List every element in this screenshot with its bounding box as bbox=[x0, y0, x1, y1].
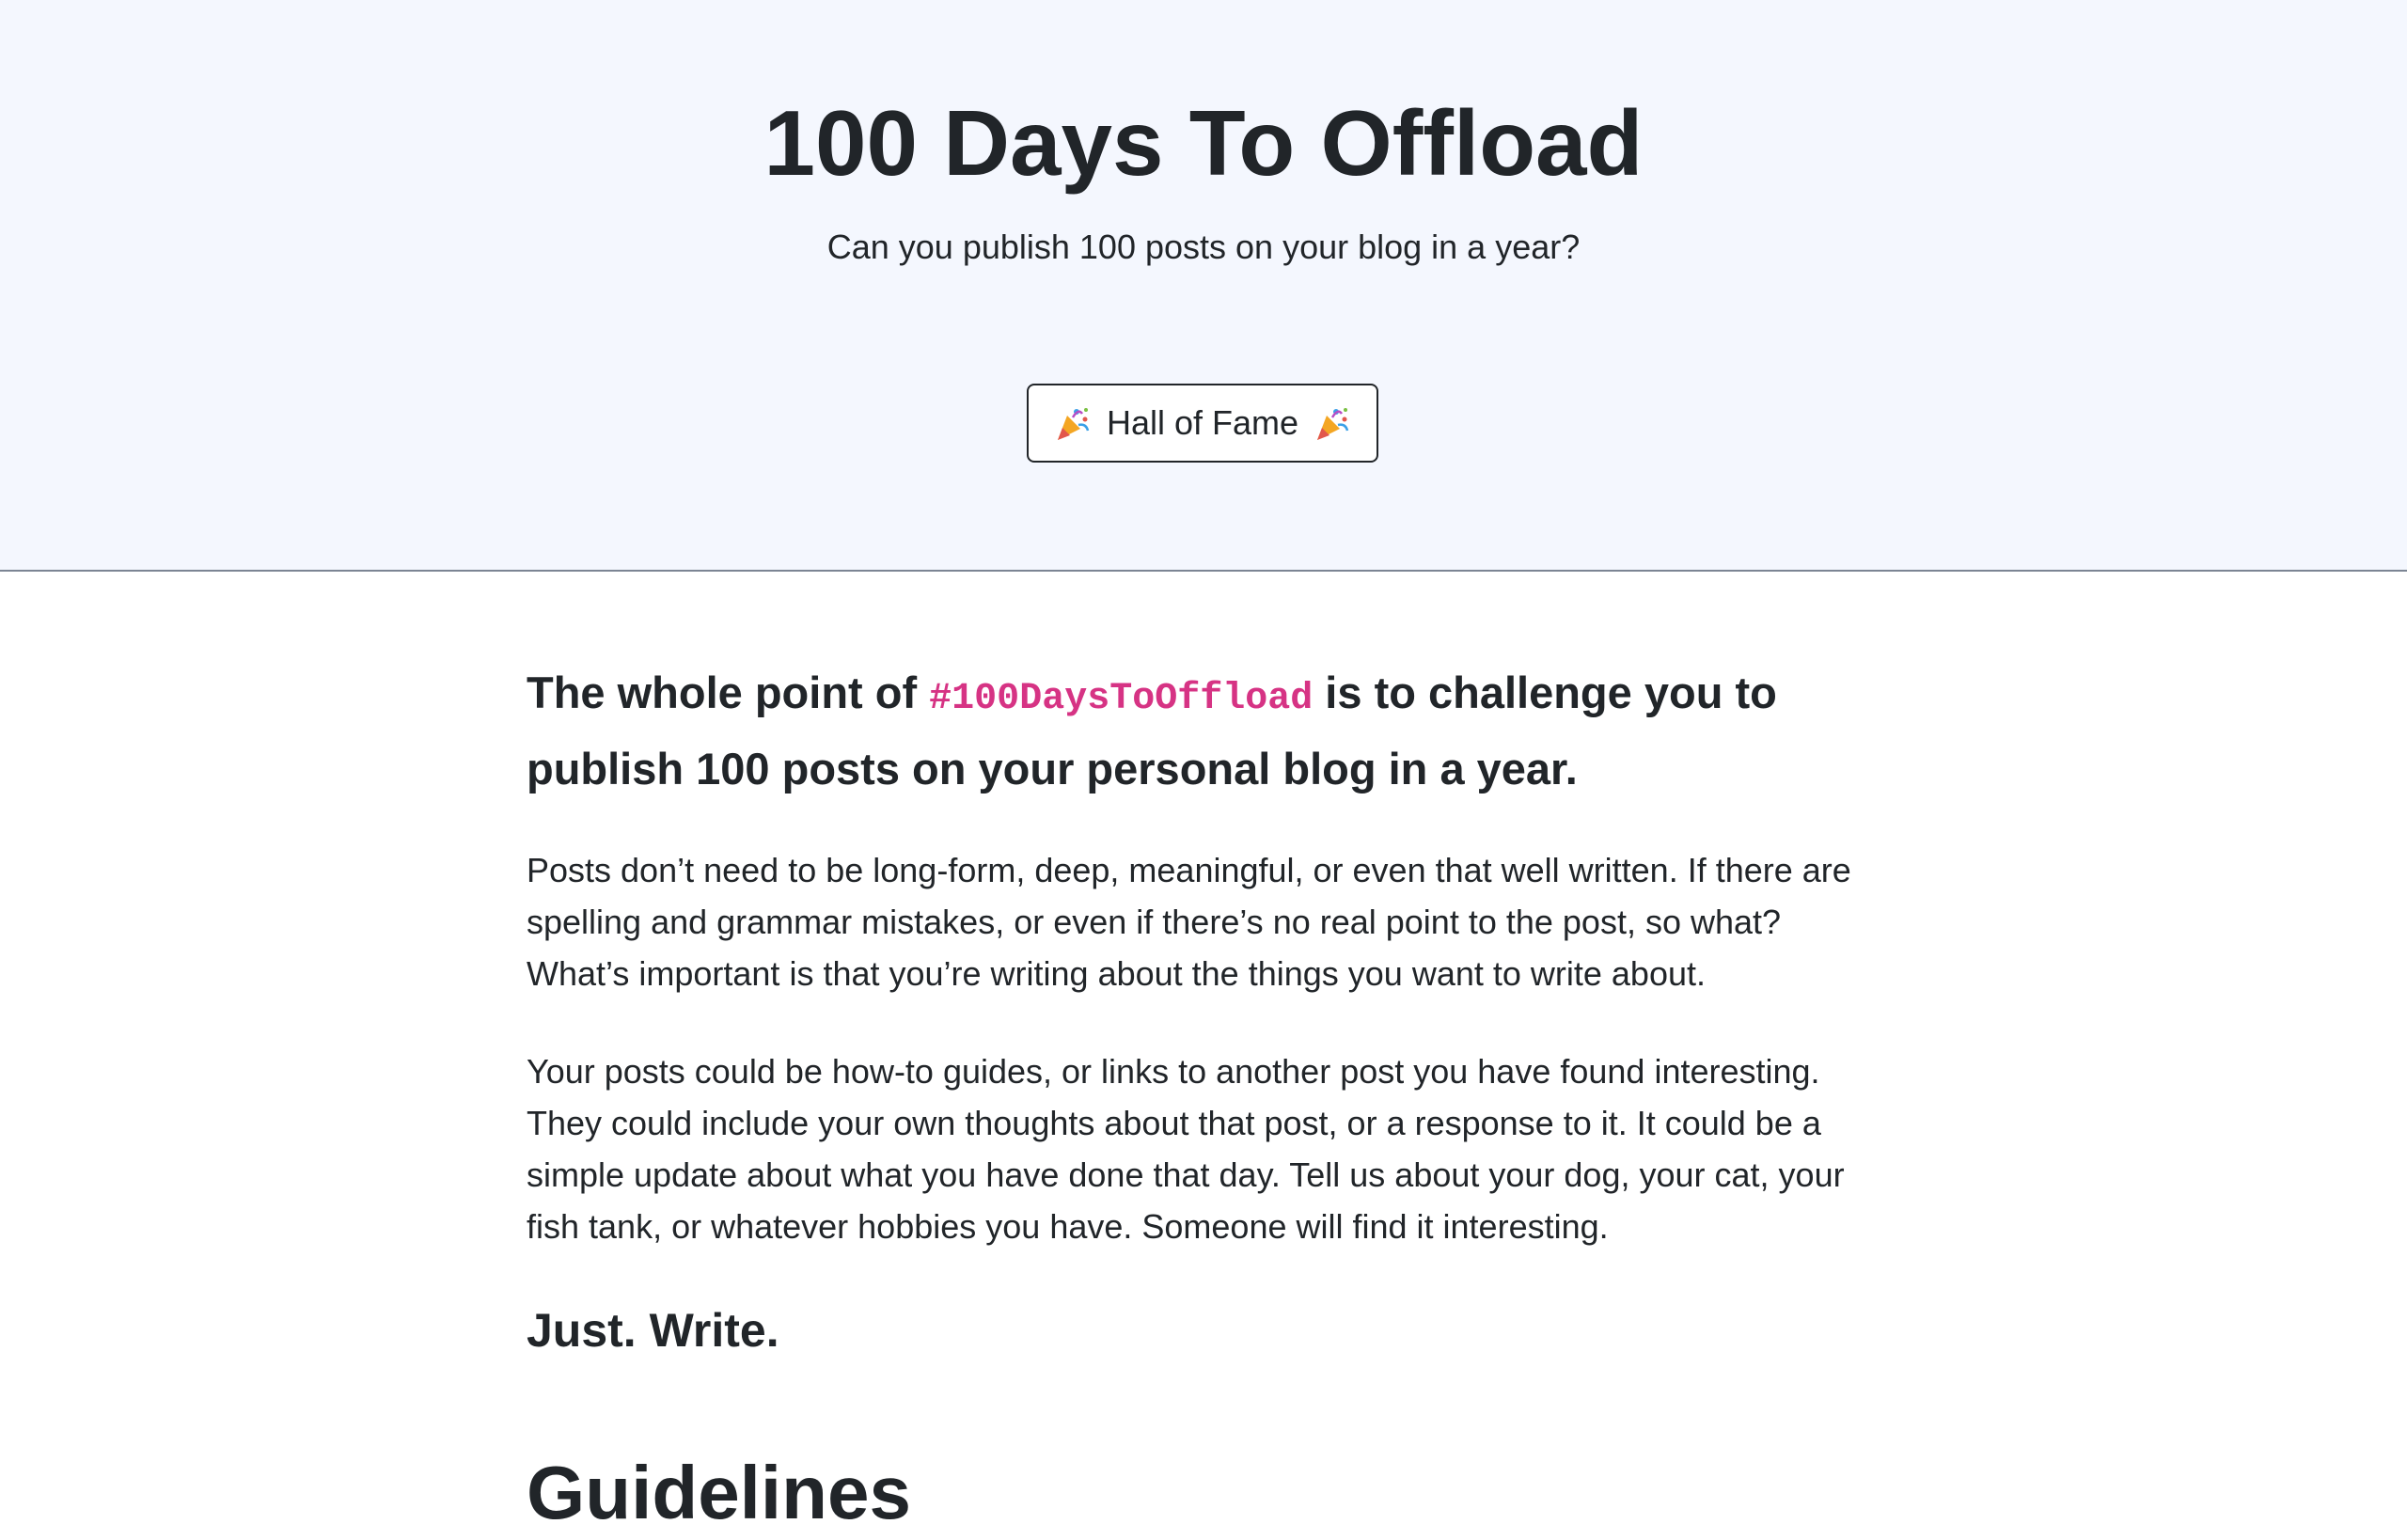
lead-paragraph: The whole point of #100DaysToOffload is … bbox=[527, 658, 1890, 804]
paragraph-examples: Your posts could be how-to guides, or li… bbox=[527, 1052, 1845, 1246]
page-subtitle: Can you publish 100 posts on your blog i… bbox=[826, 228, 1581, 266]
main-content: The whole point of #100DaysToOffload is … bbox=[527, 658, 1890, 1534]
party-popper-icon bbox=[1054, 404, 1092, 442]
hall-of-fame-label: Hall of Fame bbox=[1106, 403, 1299, 442]
emphasis-text: Just. Write. bbox=[527, 1304, 779, 1357]
page-title: 100 Days To Offload bbox=[763, 91, 1644, 195]
hero-banner: 100 Days To Offload Can you publish 100 … bbox=[0, 0, 2407, 572]
guidelines-heading: Guidelines bbox=[527, 1451, 911, 1534]
hall-of-fame-button[interactable]: Hall of Fame bbox=[1027, 384, 1378, 463]
paragraph-intro: Posts don’t need to be long-form, deep, … bbox=[527, 851, 1851, 993]
party-popper-icon bbox=[1314, 404, 1351, 442]
lead-prefix: The whole point of bbox=[527, 668, 930, 717]
hashtag-code: #100DaysToOffload bbox=[929, 678, 1314, 720]
